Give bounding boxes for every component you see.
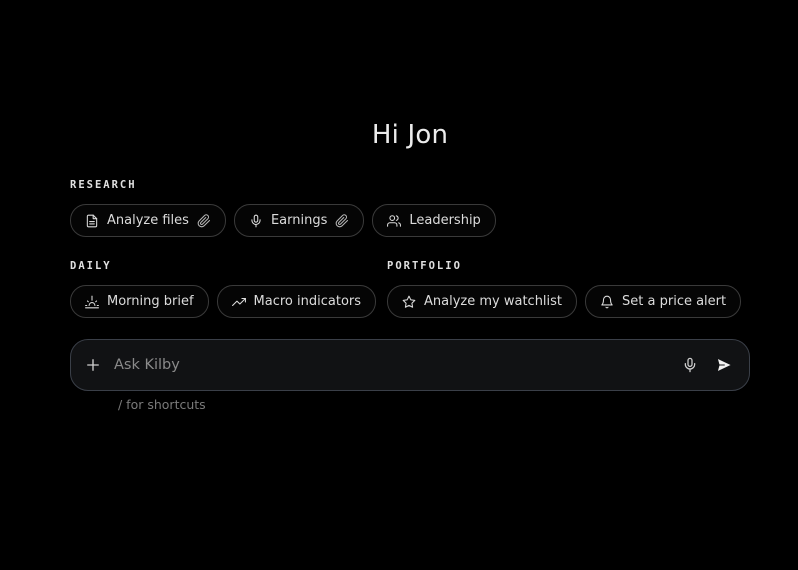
chip-analyze-files[interactable]: Analyze files — [70, 204, 226, 237]
chip-earnings[interactable]: Earnings — [233, 204, 365, 237]
sunrise-icon — [85, 295, 99, 308]
trending-up-icon — [231, 297, 246, 306]
chat-composer — [70, 339, 750, 391]
portfolio-chips: Analyze my watchlist Set a price alert — [387, 285, 742, 318]
chip-analyze-watchlist[interactable]: Analyze my watchlist — [387, 285, 578, 318]
section-label-research: RESEARCH — [70, 179, 137, 191]
chip-macro-indicators[interactable]: Macro indicators — [216, 285, 377, 318]
star-icon — [402, 295, 416, 308]
chip-label: Leadership — [409, 213, 481, 228]
shortcuts-hint: / for shortcuts — [118, 397, 206, 412]
section-label-daily: DAILY — [70, 260, 112, 272]
paperclip-icon — [197, 213, 210, 227]
microphone-icon — [251, 214, 261, 227]
bell-icon — [601, 295, 613, 308]
daily-chips: Morning brief Macro indicators — [70, 285, 377, 318]
chip-label: Set a price alert — [622, 294, 727, 309]
chip-label: Macro indicators — [253, 294, 362, 309]
plus-icon[interactable] — [84, 356, 102, 374]
chip-leadership[interactable]: Leadership — [372, 204, 496, 237]
greeting-title: Hi Jon — [371, 120, 449, 150]
paperclip-icon — [336, 213, 349, 227]
chip-label: Morning brief — [107, 294, 194, 309]
users-icon — [387, 214, 402, 227]
ask-input[interactable] — [112, 356, 682, 374]
page: Hi Jon RESEARCH Analyze files Earnings L… — [0, 0, 798, 570]
chip-label: Earnings — [270, 213, 328, 228]
research-chips: Analyze files Earnings Leadership — [70, 204, 496, 237]
section-label-portfolio: PORTFOLIO — [387, 260, 462, 272]
chip-set-price-alert[interactable]: Set a price alert — [585, 285, 742, 318]
chip-label: Analyze files — [107, 213, 189, 228]
send-icon[interactable] — [715, 356, 733, 374]
chip-label: Analyze my watchlist — [424, 294, 563, 309]
microphone-icon[interactable] — [682, 357, 698, 373]
chip-morning-brief[interactable]: Morning brief — [70, 285, 209, 318]
file-icon — [86, 214, 98, 227]
